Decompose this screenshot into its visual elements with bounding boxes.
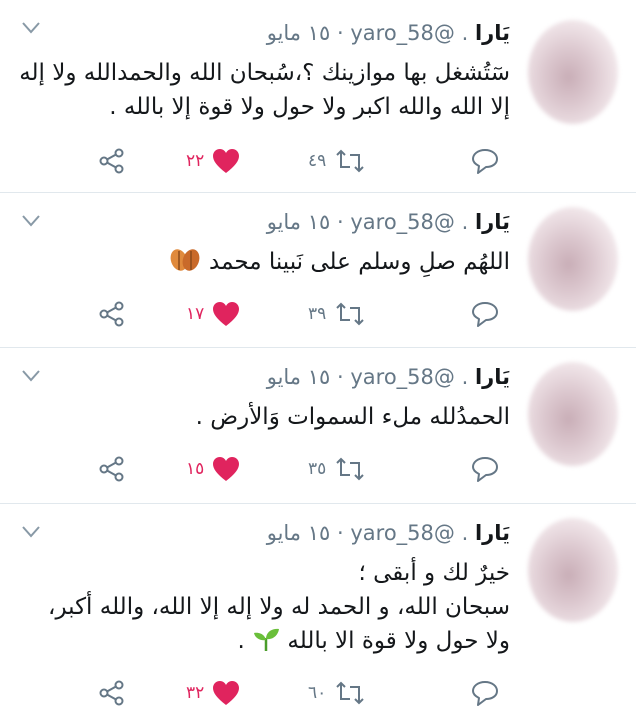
tweet[interactable]: يَارا . @yaro_58 · ١٥ مايو خيرٌ لك و أبق… — [0, 504, 636, 728]
tweet-text-line: إلا الله والله اكبر ولا حول ولا قوة إلا … — [109, 94, 510, 120]
share-icon — [99, 301, 124, 327]
retweet-icon — [336, 681, 364, 705]
tweet-text-line: سٓتُشغل بها موازينك ؟،سُبحان الله والحمد… — [19, 60, 510, 86]
tweet-actions: ٢٢ ٤٩ — [0, 146, 520, 176]
avatar[interactable] — [528, 362, 618, 466]
tweet-text-line: الحمدُلله ملء السموات وَالأرض . — [195, 404, 510, 430]
avatar[interactable] — [528, 20, 618, 124]
chevron-down-icon[interactable] — [22, 215, 40, 227]
retweet-icon — [336, 149, 364, 173]
reply-icon — [472, 302, 498, 327]
reply-icon — [472, 681, 498, 706]
timeline: يَارا . @yaro_58 · ١٥ مايو سٓتُشغل بها م… — [0, 0, 636, 728]
author-name[interactable]: يَارا — [475, 365, 510, 389]
share-icon — [99, 148, 124, 174]
author-name[interactable]: يَارا — [475, 210, 510, 234]
tweet-actions: ٣٢ ٦٠ — [0, 678, 520, 708]
retweet-button[interactable]: ٦٠ — [300, 678, 366, 708]
reply-button[interactable] — [470, 299, 500, 329]
chevron-down-icon[interactable] — [22, 370, 40, 382]
reply-button[interactable] — [470, 146, 500, 176]
tweet-text: خيرٌ لك و أبقى ؛ سبحان الله، و الحمد له … — [24, 556, 510, 658]
tweet-actions: ١٥ ٣٥ — [0, 454, 520, 484]
retweet-button[interactable]: ٤٩ — [300, 146, 366, 176]
avatar[interactable] — [528, 207, 618, 311]
heart-icon — [213, 457, 240, 481]
retweet-button[interactable]: ٣٥ — [300, 454, 366, 484]
like-count: ٢٢ — [186, 151, 205, 171]
reply-icon — [472, 457, 498, 482]
share-button[interactable] — [98, 299, 126, 329]
heart-icon — [213, 302, 240, 326]
author-name[interactable]: يَارا — [475, 21, 510, 45]
tweet-header: يَارا . @yaro_58 · ١٥ مايو — [266, 210, 510, 234]
chevron-down-icon[interactable] — [22, 22, 40, 34]
reply-button[interactable] — [470, 454, 500, 484]
tweet-actions: ١٧ ٣٩ — [0, 299, 520, 329]
tweet-text-line: خيرٌ لك و أبقى ؛ — [358, 560, 511, 586]
author-handle[interactable]: @yaro_58 — [350, 365, 455, 389]
seedling-emoji — [254, 628, 280, 651]
chevron-down-icon[interactable] — [22, 526, 40, 538]
tweet-date[interactable]: ١٥ مايو — [267, 365, 331, 389]
like-count: ٣٢ — [186, 683, 205, 703]
author-name[interactable]: يَارا — [475, 521, 510, 545]
tweet-text-line: سبحان الله، و الحمد له ولا إله إلا الله،… — [48, 594, 510, 620]
tweet-header: يَارا . @yaro_58 · ١٥ مايو — [266, 21, 510, 45]
retweet-count: ٣٥ — [308, 459, 327, 479]
share-button[interactable] — [98, 146, 126, 176]
tweet-text-line: اللهُم صلِ وسلم على نَبينا محمد — [209, 249, 510, 275]
tweet-text: اللهُم صلِ وسلم على نَبينا محمد — [24, 245, 510, 279]
tweet-date[interactable]: ١٥ مايو — [267, 210, 331, 234]
retweet-count: ٦٠ — [308, 683, 327, 703]
like-button[interactable]: ١٧ — [178, 299, 240, 329]
reply-icon — [472, 149, 498, 174]
like-count: ١٥ — [186, 459, 205, 479]
share-button[interactable] — [98, 678, 126, 708]
tweet-text-line: ولا حول ولا قوة الا بالله — [287, 628, 510, 654]
retweet-count: ٣٩ — [308, 304, 327, 324]
share-icon — [99, 456, 124, 482]
retweet-button[interactable]: ٣٩ — [300, 299, 366, 329]
author-handle[interactable]: @yaro_58 — [350, 21, 455, 45]
reply-button[interactable] — [470, 678, 500, 708]
tweet-header: يَارا . @yaro_58 · ١٥ مايو — [266, 521, 510, 545]
retweet-icon — [336, 457, 364, 481]
heart-icon — [213, 149, 240, 173]
tweet-date[interactable]: ١٥ مايو — [267, 21, 331, 45]
like-button[interactable]: ٣٢ — [178, 678, 240, 708]
avatar[interactable] — [528, 518, 618, 622]
share-button[interactable] — [98, 454, 126, 484]
like-button[interactable]: ١٥ — [178, 454, 240, 484]
tweet[interactable]: يَارا . @yaro_58 · ١٥ مايو الحمدُلله ملء… — [0, 348, 636, 504]
author-handle[interactable]: @yaro_58 — [350, 521, 455, 545]
tweet-header: يَارا . @yaro_58 · ١٥ مايو — [266, 365, 510, 389]
tweet[interactable]: يَارا . @yaro_58 · ١٥ مايو اللهُم صلِ وس… — [0, 193, 636, 348]
retweet-icon — [336, 302, 364, 326]
author-handle[interactable]: @yaro_58 — [350, 210, 455, 234]
like-count: ١٧ — [186, 304, 205, 324]
retweet-count: ٤٩ — [308, 151, 327, 171]
like-button[interactable]: ٢٢ — [178, 146, 240, 176]
tweet-text: الحمدُلله ملء السموات وَالأرض . — [24, 400, 510, 434]
tweet[interactable]: يَارا . @yaro_58 · ١٥ مايو سٓتُشغل بها م… — [0, 0, 636, 193]
tweet-date[interactable]: ١٥ مايو — [267, 521, 331, 545]
tweet-text: سٓتُشغل بها موازينك ؟،سُبحان الله والحمد… — [19, 56, 510, 124]
share-icon — [99, 680, 124, 706]
leaves-emoji — [170, 249, 200, 271]
heart-icon — [213, 681, 240, 705]
